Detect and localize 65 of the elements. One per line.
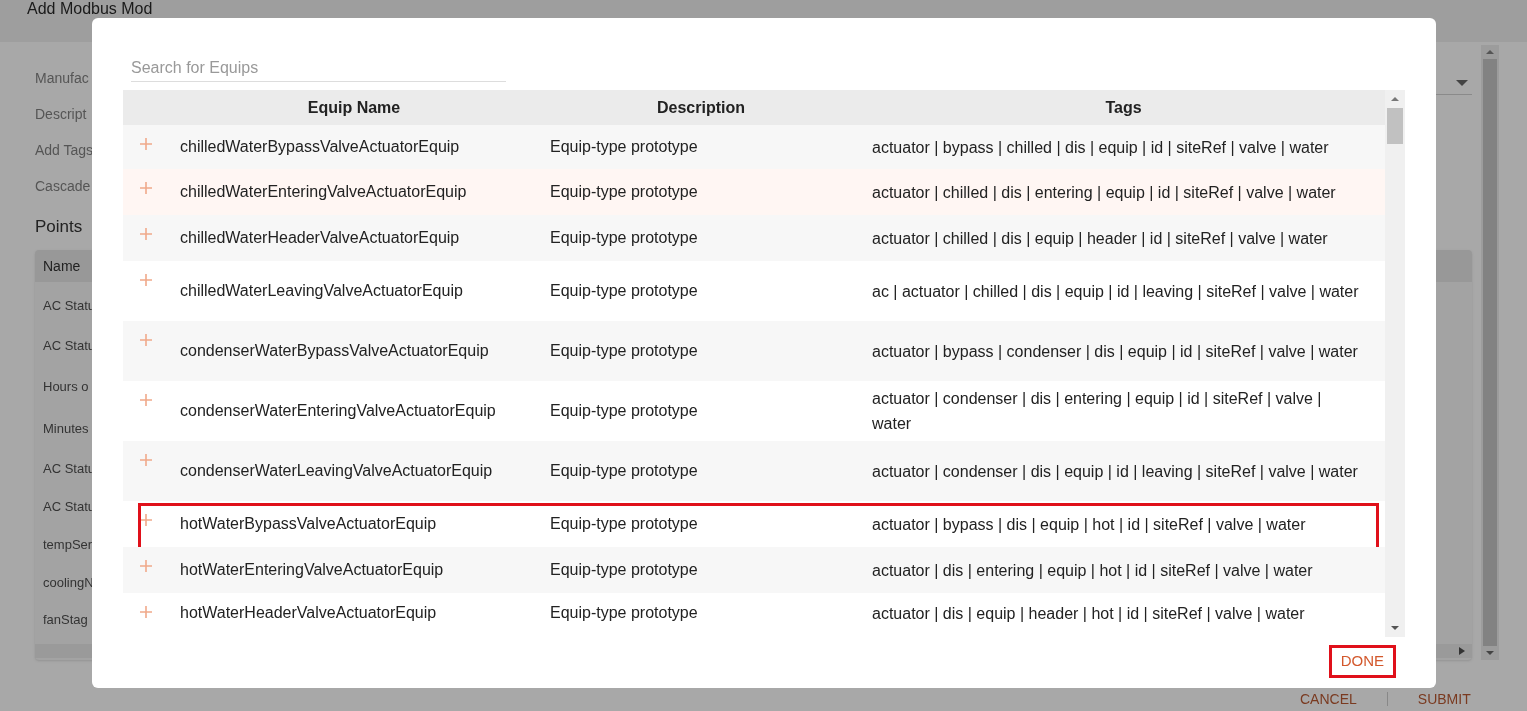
vertical-scrollbar[interactable] [1481, 45, 1499, 660]
dropdown-caret-icon[interactable] [1455, 78, 1469, 88]
table-row[interactable]: chilledWaterEnteringValveActuatorEquip Equip-type prototype actuator | chilled | dis | entering | equip | id | siteRef | valve | water [123, 169, 1385, 215]
table-cell: condenserWaterBypassValveActuatorEquip [180, 342, 489, 359]
scrollbar-thumb[interactable] [1483, 59, 1497, 646]
table-cell: Equip-type prototype [550, 402, 698, 419]
column-header: Equip Name [307, 97, 401, 118]
table-cell: Equip-type prototype [550, 229, 698, 246]
column-header: Description [657, 97, 745, 118]
column-header: Tags [1105, 97, 1142, 118]
column-header: Name [43, 256, 81, 276]
table-cell-text: ac | actuator | chilled | dis | equip | id | leaving | siteRef | valve | water [872, 281, 1360, 302]
field-label: Manufac [35, 70, 89, 86]
table-cell: hotWaterEnteringValveActuatorEquip [180, 561, 444, 578]
table-cell: hotWaterHeaderValveActuatorEquip [180, 604, 437, 621]
table-cell: condenserWaterLeavingValveActuatorEquip [180, 462, 493, 479]
table-cell: Equip-type prototype [550, 282, 698, 299]
submit-button[interactable]: SUBMIT [1417, 691, 1471, 707]
table-cell: chilledWaterHeaderValveActuatorEquip [180, 229, 460, 246]
scroll-up-icon[interactable] [1485, 49, 1495, 55]
scroll-down-icon[interactable] [1390, 625, 1400, 631]
table-cell-text: actuator | dis | equip | header | hot | id | siteRef | valve | water [872, 603, 1306, 624]
table-cell-text: actuator | bypass | chilled | dis | equip | id | siteRef | valve | water [872, 137, 1330, 158]
table-cell: Equip-type prototype [550, 561, 698, 578]
table-cell-text: actuator | bypass | dis | equip | hot | id | siteRef | valve | water [872, 514, 1307, 535]
section-title: Points [35, 217, 83, 236]
table-cell: Equip-type prototype [550, 183, 698, 200]
table-cell: Equip-type prototype [550, 462, 698, 479]
cancel-button[interactable]: CANCEL [1300, 691, 1357, 707]
scroll-right-icon[interactable] [1458, 646, 1466, 656]
table-cell: condenserWaterEnteringValveActuatorEquip [180, 402, 496, 419]
table-cell: chilledWaterBypassValveActuatorEquip [180, 138, 460, 155]
table-row[interactable]: condenserWaterLeavingValveActuatorEquip Equip-type prototype actuator | condenser | dis | equip | id | leaving | siteRef | valve | water [123, 441, 1385, 501]
table-cell-text: actuator | condenser | dis | entering | equip | id | siteRef | valve | water [872, 389, 1323, 434]
table-cell: Equip-type prototype [550, 604, 698, 621]
table-cell-text: Hours o [43, 378, 89, 397]
vertical-scrollbar[interactable] [1385, 90, 1405, 637]
table-cell-text: actuator | chilled | dis | equip | header | id | siteRef | valve | water [872, 228, 1329, 249]
scrollbar-thumb[interactable] [1387, 108, 1403, 144]
field-label: Cascade [35, 178, 91, 194]
table-cell: chilledWaterLeavingValveActuatorEquip [180, 282, 463, 299]
field-label: Add Tags [35, 142, 94, 158]
done-button[interactable]: DONE [1328, 645, 1396, 678]
table-cell-text: tempSer [43, 536, 93, 555]
table-row[interactable]: condenserWaterBypassValveActuatorEquip Equip-type prototype actuator | bypass | condenser | dis | equip | id | siteRef | valve | water [123, 321, 1385, 381]
table-cell-text: actuator | bypass | condenser | dis | equip | id | siteRef | valve | water [872, 341, 1359, 362]
table-cell: Equip-type prototype [550, 138, 698, 155]
search-field[interactable]: Search for Equips [131, 54, 506, 82]
table-cell-text: actuator | dis | entering | equip | hot | id | siteRef | valve | water [872, 560, 1314, 581]
plus-icon[interactable] [138, 513, 153, 527]
table-row[interactable]: chilledWaterHeaderValveActuatorEquip Equip-type prototype actuator | chilled | dis | equip | header | id | siteRef | valve | water [123, 215, 1385, 261]
table-cell-text: actuator | condenser | dis | equip | id | leaving | siteRef | valve | water [872, 461, 1359, 482]
table-cell: Equip-type prototype [550, 515, 698, 532]
table-cell: Equip-type prototype [550, 342, 698, 359]
table-row[interactable]: chilledWaterBypassValveActuatorEquip Equip-type prototype actuator | bypass | chilled | dis | equip | id | siteRef | valve | water [123, 125, 1385, 169]
page-title: Add Modbus Mod [27, 0, 153, 18]
table-cell-text: actuator | chilled | dis | entering | equip | id | siteRef | valve | water [872, 182, 1337, 203]
scroll-down-icon[interactable] [1485, 650, 1495, 656]
table-cell: hotWaterBypassValveActuatorEquip [180, 515, 437, 532]
table-row[interactable]: hotWaterEnteringValveActuatorEquip Equip-type prototype actuator | dis | entering | equip | hot | id | siteRef | valve | water [123, 547, 1385, 593]
table-cell-text: Minutes [43, 420, 89, 439]
scroll-up-icon[interactable] [1390, 96, 1400, 102]
table-cell-text: fanStag [43, 611, 88, 630]
field-label: Descript [35, 106, 87, 122]
table-cell: chilledWaterEnteringValveActuatorEquip [180, 183, 467, 200]
